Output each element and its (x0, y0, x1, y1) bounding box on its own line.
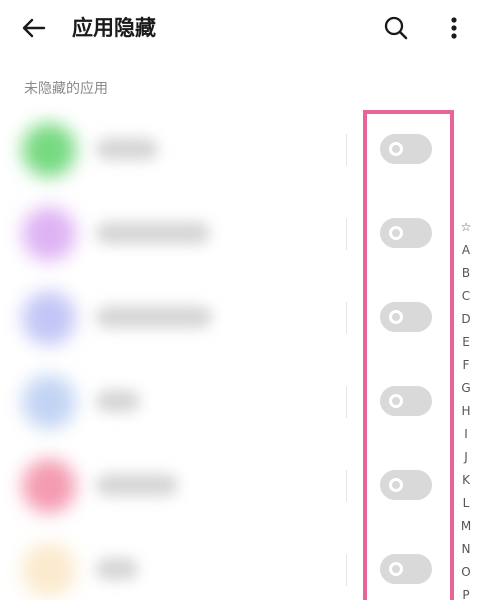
divider (346, 134, 347, 166)
hide-toggle[interactable] (380, 386, 432, 416)
index-letter[interactable]: G (455, 377, 477, 399)
toggle-knob (389, 142, 403, 156)
index-letter[interactable]: I (455, 423, 477, 445)
hide-toggle[interactable] (380, 302, 432, 332)
list-item (0, 276, 483, 360)
hide-toggle[interactable] (380, 470, 432, 500)
search-icon (384, 16, 408, 40)
app-name (96, 474, 178, 496)
toggle-knob (389, 478, 403, 492)
index-letter[interactable]: E (455, 331, 477, 353)
divider (346, 302, 347, 334)
divider (346, 554, 347, 586)
index-letter[interactable]: D (455, 308, 477, 330)
list-item (0, 192, 483, 276)
index-letter[interactable]: M (455, 515, 477, 537)
app-name (96, 222, 210, 244)
list-item (0, 444, 483, 528)
more-options-button[interactable] (438, 12, 470, 44)
app-name (96, 306, 212, 328)
toggle-knob (389, 226, 403, 240)
divider (346, 386, 347, 418)
back-button[interactable] (18, 12, 50, 44)
index-letter[interactable]: L (455, 492, 477, 514)
hide-toggle[interactable] (380, 218, 432, 248)
index-letter[interactable]: K (455, 469, 477, 491)
index-letter[interactable]: O (455, 561, 477, 583)
divider (346, 470, 347, 502)
top-app-bar: 应用隐藏 (0, 0, 483, 60)
hide-toggle[interactable] (380, 134, 432, 164)
index-letter[interactable]: N (455, 538, 477, 560)
app-icon (22, 291, 76, 345)
app-name (96, 138, 158, 160)
app-icon (22, 207, 76, 261)
app-name (96, 558, 138, 580)
app-icon (22, 375, 76, 429)
toggle-knob (389, 310, 403, 324)
app-icon (22, 459, 76, 513)
page-title: 应用隐藏 (72, 16, 156, 40)
more-vertical-icon (451, 17, 457, 39)
section-header-unhidden-apps: 未隐藏的应用 (24, 81, 108, 97)
index-star[interactable]: ☆ (455, 216, 477, 238)
search-button[interactable] (380, 12, 412, 44)
index-letter[interactable]: P (455, 584, 477, 600)
hide-toggle[interactable] (380, 554, 432, 584)
index-letter[interactable]: A (455, 239, 477, 261)
toggle-knob (389, 394, 403, 408)
list-item (0, 528, 483, 600)
index-letter[interactable]: C (455, 285, 477, 307)
app-name (96, 390, 140, 412)
index-letter[interactable]: H (455, 400, 477, 422)
index-letter[interactable]: F (455, 354, 477, 376)
app-icon (22, 123, 76, 177)
toggle-knob (389, 562, 403, 576)
index-letter[interactable]: J (455, 446, 477, 468)
app-icon (22, 543, 76, 597)
divider (346, 218, 347, 250)
list-item (0, 360, 483, 444)
index-letter[interactable]: B (455, 262, 477, 284)
list-item (0, 108, 483, 192)
arrow-left-icon (22, 18, 46, 38)
